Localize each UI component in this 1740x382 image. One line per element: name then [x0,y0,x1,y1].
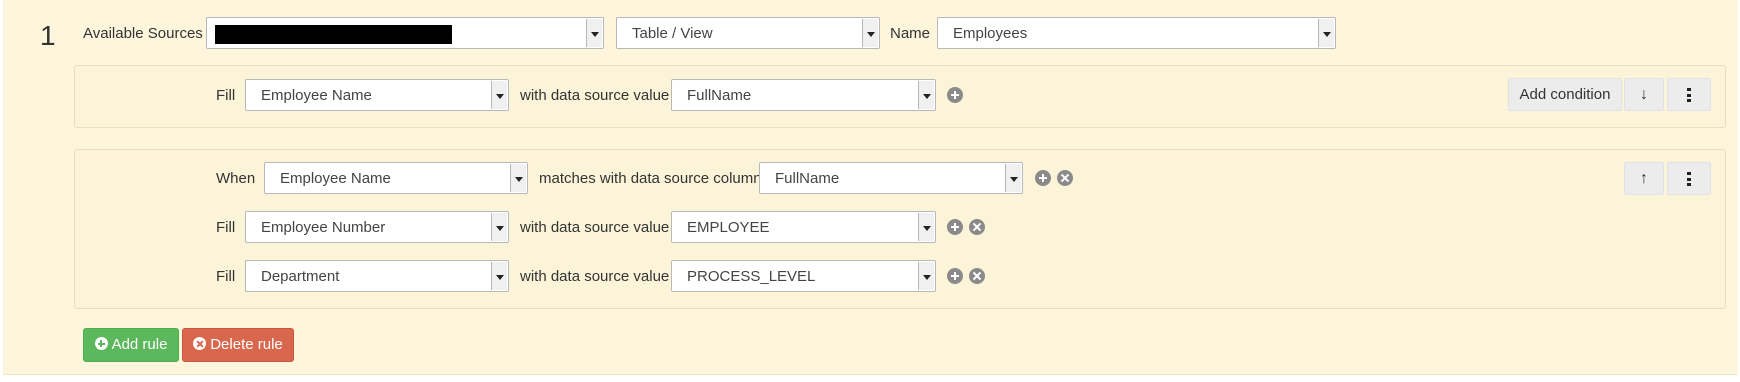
times-circle-icon [193,337,207,350]
with-data-source-label: with data source value [520,268,670,285]
kebab-menu-icon [1687,88,1691,103]
times-circle-icon[interactable] [1057,170,1073,186]
delete-rule-button[interactable]: Delete rule [182,328,294,362]
fill-field-select[interactable]: Department [245,260,509,292]
move-up-button[interactable]: ↑ [1624,162,1664,195]
plus-circle-icon[interactable] [947,87,963,103]
chevron-down-icon[interactable] [586,19,602,47]
chevron-down-icon[interactable] [491,262,507,290]
arrow-up-icon: ↑ [1640,170,1648,187]
add-rule-label: Add rule [111,336,168,353]
times-circle-icon[interactable] [969,219,985,235]
plus-circle-icon [94,337,108,350]
chevron-down-icon[interactable] [918,262,934,290]
rule-number: 1 [40,20,56,51]
type-select[interactable]: Table / View [616,17,880,49]
chevron-down-icon[interactable] [491,81,507,109]
chevron-down-icon[interactable] [510,164,526,192]
chevron-down-icon[interactable] [918,213,934,241]
fill-source-select[interactable]: EMPLOYEE [671,211,936,243]
more-options-button[interactable] [1667,162,1711,195]
fill-label: Fill [216,219,236,236]
fill-field-select[interactable]: Employee Name [245,79,509,111]
kebab-menu-icon [1687,172,1691,187]
when-column-select[interactable]: FullName [759,162,1023,194]
plus-circle-icon[interactable] [947,219,963,235]
name-select-value: Employees [953,25,1028,42]
fill-field-value: Employee Name [261,87,372,104]
add-condition-button[interactable]: Add condition [1508,78,1622,111]
add-rule-button[interactable]: Add rule [83,328,179,362]
delete-rule-label: Delete rule [210,336,283,353]
redacted-source-value [215,25,452,44]
type-select-value: Table / View [632,25,713,42]
with-data-source-label: with data source value [520,87,670,104]
fill-field-select[interactable]: Employee Number [245,211,509,243]
plus-circle-icon[interactable] [947,268,963,284]
fill-label: Fill [216,87,236,104]
when-field-select[interactable]: Employee Name [264,162,528,194]
arrow-down-icon: ↓ [1640,86,1648,103]
fill-source-value: EMPLOYEE [687,219,770,236]
with-data-source-label: with data source value [520,219,670,236]
chevron-down-icon[interactable] [1318,19,1334,47]
chevron-down-icon[interactable] [918,81,934,109]
more-options-button[interactable] [1667,78,1711,111]
move-down-button[interactable]: ↓ [1624,78,1664,111]
chevron-down-icon[interactable] [491,213,507,241]
fill-label: Fill [216,268,236,285]
available-sources-select[interactable] [206,17,604,49]
fill-source-select[interactable]: PROCESS_LEVEL [671,260,936,292]
plus-circle-icon[interactable] [1035,170,1051,186]
chevron-down-icon[interactable] [1005,164,1021,192]
when-field-value: Employee Name [280,170,391,187]
fill-field-value: Department [261,268,340,285]
fill-field-value: Employee Number [261,219,386,236]
chevron-down-icon[interactable] [862,19,878,47]
fill-source-value: FullName [687,87,752,104]
when-label: When [216,170,256,187]
matches-label: matches with data source column [539,170,762,187]
available-sources-label: Available Sources [83,25,203,42]
times-circle-icon[interactable] [969,268,985,284]
name-select[interactable]: Employees [937,17,1336,49]
when-column-value: FullName [775,170,840,187]
name-label: Name [890,25,931,42]
fill-source-select[interactable]: FullName [671,79,936,111]
fill-source-value: PROCESS_LEVEL [687,268,816,285]
